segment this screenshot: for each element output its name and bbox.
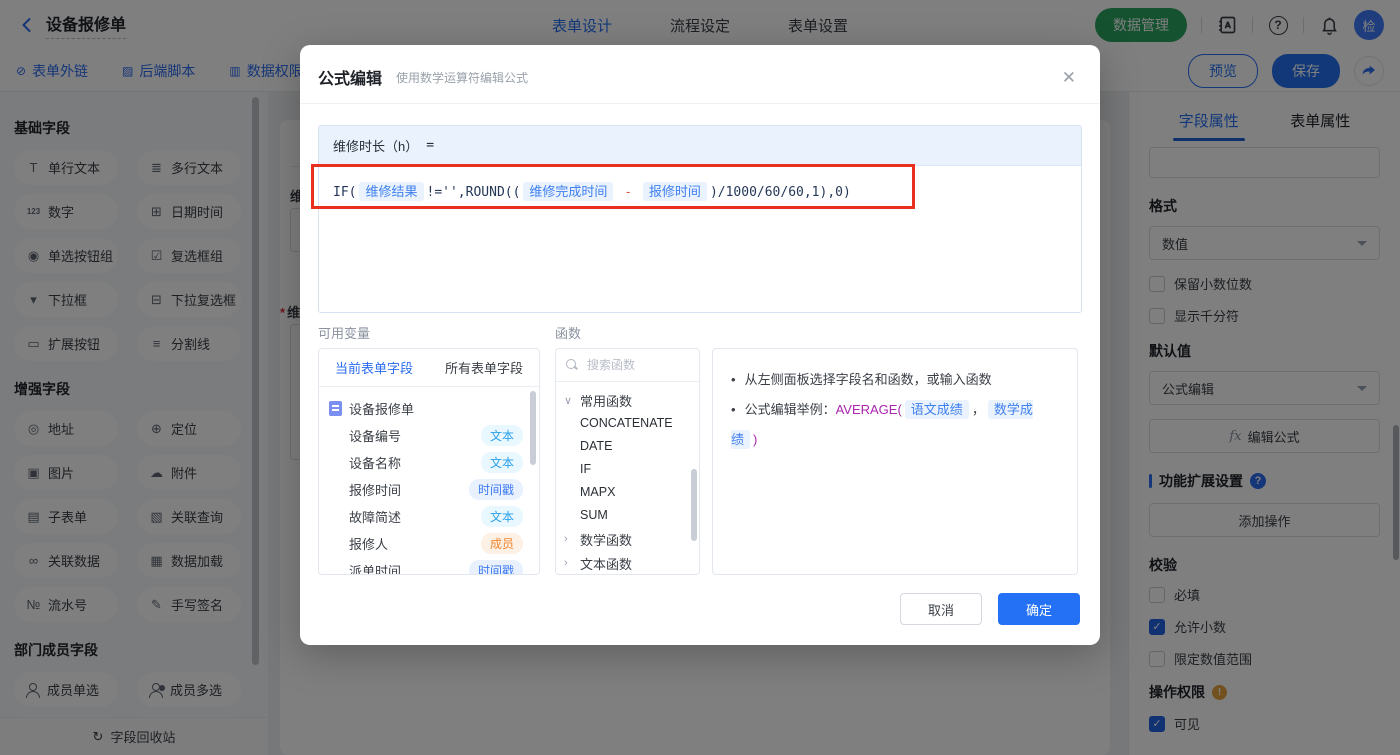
variable-name: 派单时间 <box>349 564 402 575</box>
variable-type-badge: 时间戳 <box>468 479 523 500</box>
chevron-right-icon: › <box>564 533 568 545</box>
variable-name: 报修人 <box>349 537 389 552</box>
variables-form-row[interactable]: 设备报修单 <box>329 395 533 422</box>
formula-code: !='',ROUND(( <box>426 185 521 200</box>
variable-row[interactable]: 派单时间 时间戳 <box>329 557 533 575</box>
example-field-token: 语文成绩 <box>904 400 969 419</box>
modal-header: 公式编辑 使用数学运算符编辑公式 ✕ <box>300 45 1100 104</box>
variables-panel: 当前表单字段 所有表单字段 设备报修单 设备编号 文本 设备名称 文本 报修时间 时间戳 故障… <box>318 348 540 575</box>
cancel-button[interactable]: 取消 <box>900 593 982 625</box>
variable-row[interactable]: 设备名称 文本 <box>329 449 533 476</box>
close-icon[interactable]: ✕ <box>1062 69 1076 86</box>
variable-row[interactable]: 设备编号 文本 <box>329 422 533 449</box>
modal-footer: 取消 确定 <box>900 593 1080 625</box>
variable-name: 设备名称 <box>349 456 402 471</box>
form-document-icon <box>329 401 342 416</box>
function-item[interactable]: CONCATENATE <box>564 412 695 435</box>
field-token[interactable]: 维修结果 <box>359 182 424 201</box>
functions-panel: ∨ 常用函数 CONCATENATEDATEIFMAPXSUM › 数学函数 › 文本函数 <box>555 348 700 575</box>
function-item[interactable]: IF <box>564 458 695 481</box>
chevron-down-icon: ∨ <box>564 394 573 407</box>
tip-line-2: • 公式编辑举例：AVERAGE(语文成绩，数学成绩) <box>731 395 1059 455</box>
variable-name: 报修时间 <box>349 483 402 498</box>
example-function-close: ) <box>753 432 758 447</box>
variable-row[interactable]: 故障简述 文本 <box>329 503 533 530</box>
functions-scrollbar[interactable] <box>691 469 697 541</box>
variable-row[interactable]: 报修时间 时间戳 <box>329 476 533 503</box>
tip-prefix: 公式编辑举例： <box>744 402 836 417</box>
example-function-name: AVERAGE( <box>835 402 902 417</box>
formula-expression[interactable]: IF(维修结果 !='',ROUND((维修完成时间 - 报修时间)/1000/6… <box>319 166 1081 219</box>
function-group-label: 数学函数 <box>580 532 633 548</box>
field-token[interactable]: 维修完成时间 <box>523 182 614 201</box>
variable-row[interactable]: 报修人 成员 <box>329 530 533 557</box>
function-group[interactable]: › 文本函数 <box>564 551 695 574</box>
function-group[interactable]: ∨ 常用函数 <box>564 388 695 412</box>
bullet: • <box>731 372 736 387</box>
tip-line-1: • 从左侧面板选择字段名和函数，或输入函数 <box>731 372 992 387</box>
chevron-right-icon: › <box>564 557 568 569</box>
variables-scrollbar[interactable] <box>530 391 536 465</box>
equals-sign: = <box>426 138 435 153</box>
confirm-button[interactable]: 确定 <box>998 593 1080 625</box>
separator: ， <box>971 402 985 417</box>
variables-tabs: 当前表单字段 所有表单字段 <box>319 349 539 387</box>
formula-code: IF( <box>333 185 357 200</box>
bullet: • <box>731 402 736 417</box>
function-item[interactable]: DATE <box>564 435 695 458</box>
variables-label: 可用变量 <box>318 326 371 341</box>
search-icon <box>566 358 579 372</box>
variable-type-badge: 文本 <box>480 425 523 446</box>
formula-target-row: 维修时长（h） = <box>319 126 1081 166</box>
formula-target-label: 维修时长（h） <box>333 139 419 154</box>
function-group[interactable]: › 数学函数 <box>564 527 695 551</box>
variable-name: 故障简述 <box>349 510 402 525</box>
variable-name: 设备编号 <box>349 429 402 444</box>
functions-label: 函数 <box>555 326 582 341</box>
tab-all-form-fields[interactable]: 所有表单字段 <box>429 349 539 386</box>
formula-code: )/1000/60/60,1),0) <box>709 185 851 200</box>
variable-type-badge: 文本 <box>480 506 523 527</box>
function-group-label: 文本函数 <box>580 556 633 572</box>
modal-title: 公式编辑 <box>318 71 383 88</box>
formula-editor: 维修时长（h） = IF(维修结果 !='',ROUND((维修完成时间 - 报修… <box>318 125 1082 313</box>
variable-type-badge: 成员 <box>480 533 523 554</box>
tips-panel: • 从左侧面板选择字段名和函数，或输入函数 • 公式编辑举例：AVERAGE(语文成… <box>712 348 1078 575</box>
field-token[interactable]: 报修时间 <box>642 182 707 201</box>
modal-subtitle: 使用数学运算符编辑公式 <box>396 70 529 85</box>
formula-editor-modal: 公式编辑 使用数学运算符编辑公式 ✕ 维修时长（h） = IF(维修结果 !=''… <box>300 45 1100 645</box>
tab-current-form-fields[interactable]: 当前表单字段 <box>319 349 429 386</box>
variable-type-badge: 文本 <box>480 452 523 473</box>
operator: - <box>616 185 640 200</box>
variable-type-badge: 时间戳 <box>468 560 523 574</box>
form-name: 设备报修单 <box>349 402 415 417</box>
function-group-label: 常用函数 <box>580 393 633 409</box>
function-search <box>556 349 699 382</box>
function-search-input[interactable] <box>587 358 687 372</box>
function-item[interactable]: MAPX <box>564 481 695 504</box>
function-item[interactable]: SUM <box>564 504 695 527</box>
